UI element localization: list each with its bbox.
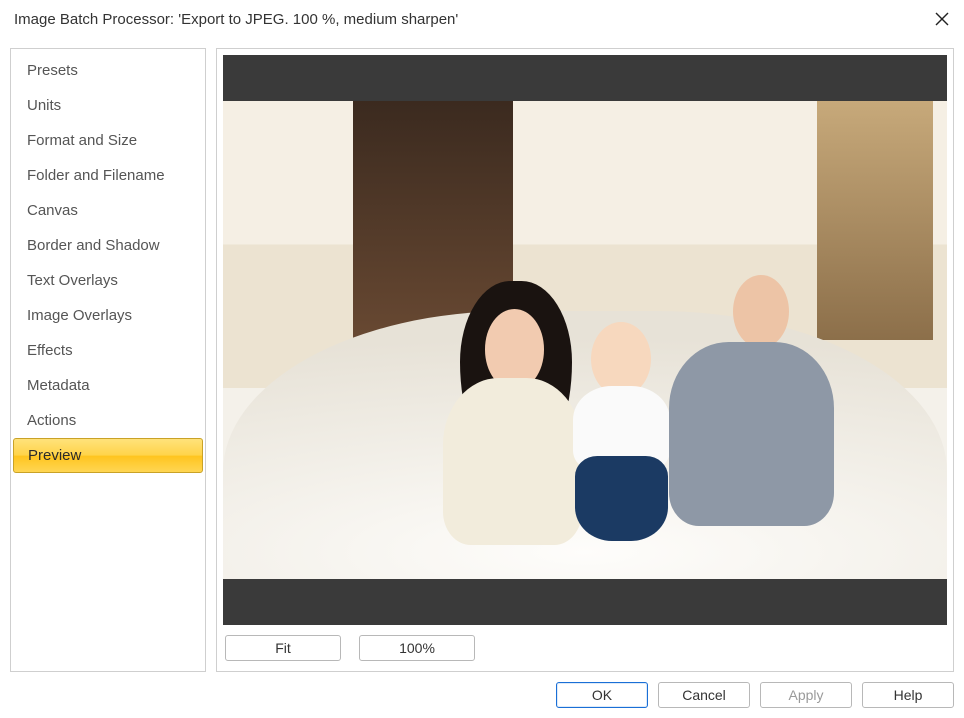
sidebar-item-presets[interactable]: Presets: [11, 53, 205, 88]
sidebar-item-preview[interactable]: Preview: [13, 438, 203, 473]
window-title: Image Batch Processor: 'Export to JPEG. …: [14, 11, 458, 28]
sidebar-item-metadata[interactable]: Metadata: [11, 368, 205, 403]
sidebar-item-image-overlays[interactable]: Image Overlays: [11, 298, 205, 333]
sidebar-item-text-overlays[interactable]: Text Overlays: [11, 263, 205, 298]
ok-button[interactable]: OK: [556, 682, 648, 708]
sidebar-item-actions[interactable]: Actions: [11, 403, 205, 438]
close-button[interactable]: [920, 0, 964, 38]
content-panel: Fit 100%: [216, 48, 954, 672]
preview-image: [223, 101, 947, 580]
sidebar: Presets Units Format and Size Folder and…: [10, 48, 206, 672]
preview-area[interactable]: [223, 55, 947, 625]
preview-illustration: [223, 101, 947, 580]
help-button[interactable]: Help: [862, 682, 954, 708]
zoom-buttons: Fit 100%: [223, 625, 947, 665]
sidebar-item-folder-and-filename[interactable]: Folder and Filename: [11, 158, 205, 193]
zoom-100-button[interactable]: 100%: [359, 635, 475, 661]
sidebar-item-format-and-size[interactable]: Format and Size: [11, 123, 205, 158]
footer: OK Cancel Apply Help: [0, 676, 964, 718]
sidebar-item-canvas[interactable]: Canvas: [11, 193, 205, 228]
titlebar: Image Batch Processor: 'Export to JPEG. …: [0, 0, 964, 38]
sidebar-item-effects[interactable]: Effects: [11, 333, 205, 368]
cancel-button[interactable]: Cancel: [658, 682, 750, 708]
sidebar-item-border-and-shadow[interactable]: Border and Shadow: [11, 228, 205, 263]
sidebar-item-units[interactable]: Units: [11, 88, 205, 123]
zoom-fit-button[interactable]: Fit: [225, 635, 341, 661]
main-area: Presets Units Format and Size Folder and…: [0, 38, 964, 676]
close-icon: [935, 12, 949, 26]
apply-button: Apply: [760, 682, 852, 708]
